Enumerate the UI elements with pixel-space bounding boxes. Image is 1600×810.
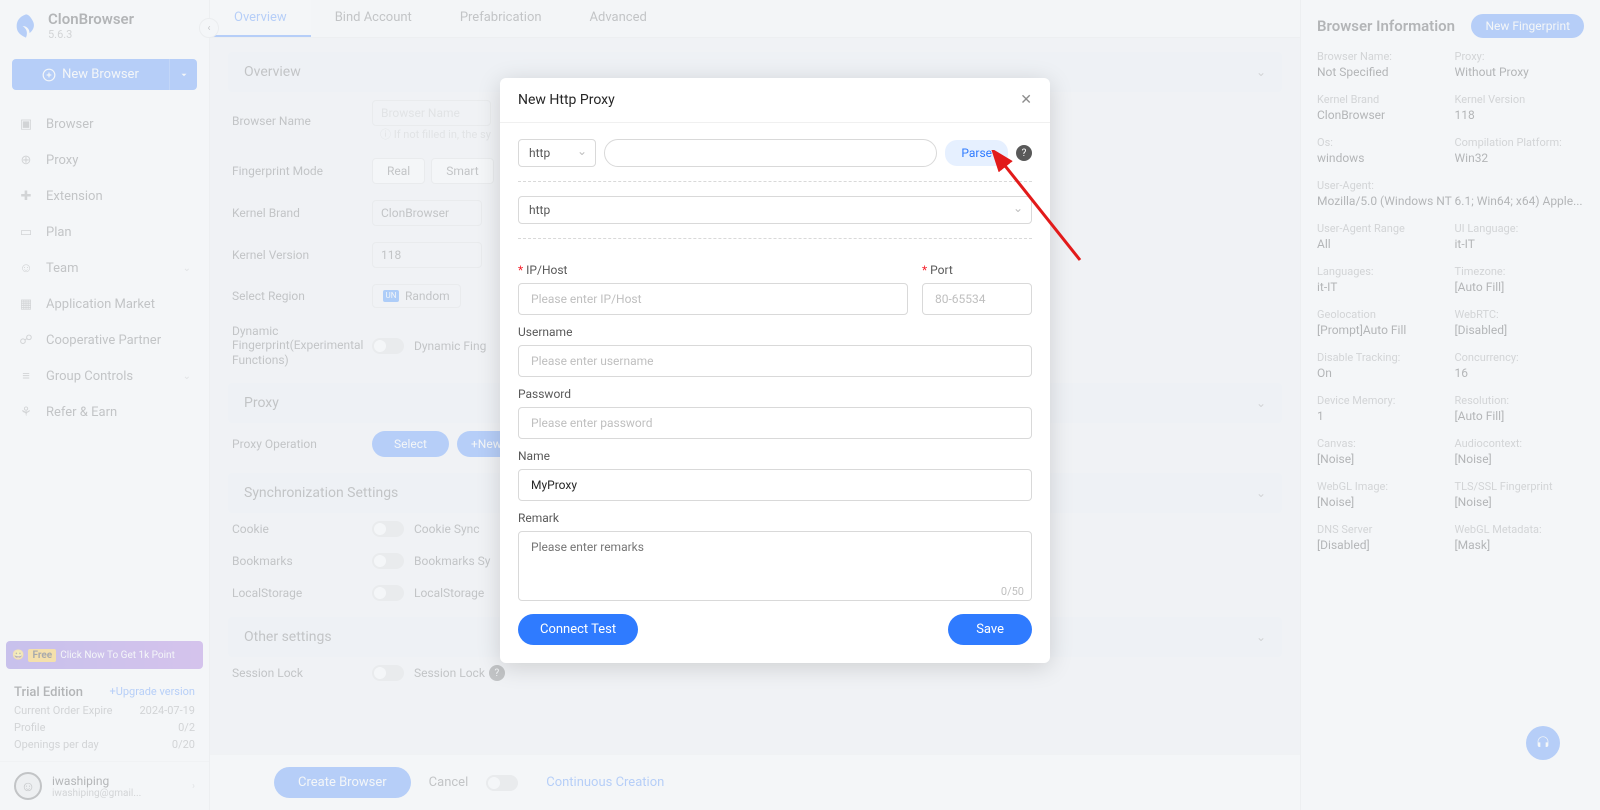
- remark-label: Remark: [518, 511, 1032, 525]
- ip-input[interactable]: [518, 283, 908, 315]
- protocol-select-top[interactable]: http: [518, 139, 596, 167]
- username-input[interactable]: [518, 345, 1032, 377]
- parse-button[interactable]: Parse: [945, 140, 1008, 166]
- protocol-select[interactable]: http: [518, 196, 1032, 224]
- new-http-proxy-modal: New Http Proxy ✕ http Parse ? http IP/Ho…: [500, 78, 1050, 663]
- password-input[interactable]: [518, 407, 1032, 439]
- name-label: Name: [518, 449, 1032, 463]
- password-label: Password: [518, 387, 1032, 401]
- char-count: 0/50: [518, 585, 1024, 598]
- ip-label: IP/Host: [518, 263, 908, 277]
- close-icon[interactable]: ✕: [1020, 92, 1032, 108]
- port-input[interactable]: [922, 283, 1032, 315]
- port-label: Port: [922, 263, 1032, 277]
- username-label: Username: [518, 325, 1032, 339]
- help-icon[interactable]: ?: [1016, 145, 1032, 161]
- modal-title: New Http Proxy: [518, 92, 615, 108]
- name-input[interactable]: [518, 469, 1032, 501]
- save-button[interactable]: Save: [948, 614, 1032, 645]
- parse-input[interactable]: [604, 139, 937, 167]
- connect-test-button[interactable]: Connect Test: [518, 614, 638, 645]
